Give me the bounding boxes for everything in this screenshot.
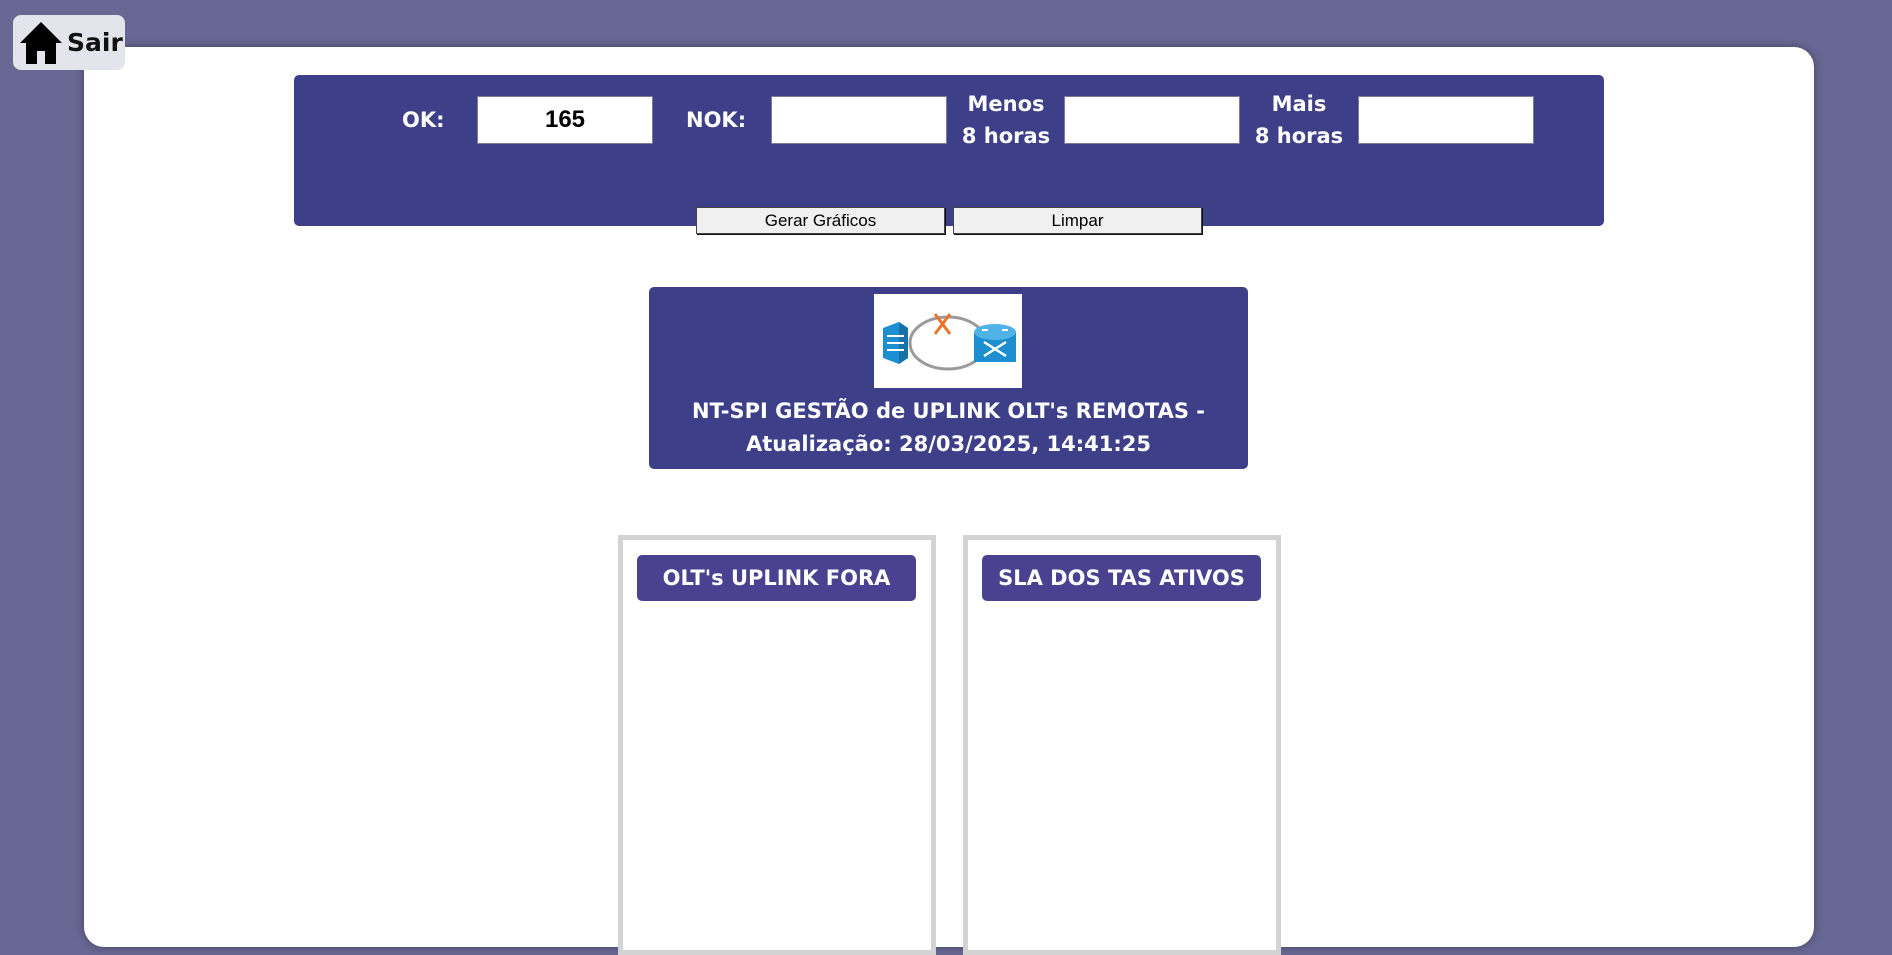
olt-uplink-logo [874, 294, 1022, 388]
exit-label: Sair [67, 28, 123, 57]
panel-olt-uplink-fora: OLT's UPLINK FORA [618, 535, 936, 955]
generate-charts-button[interactable]: Gerar Gráficos [696, 207, 945, 234]
panel-title-sla-tas-ativos: SLA DOS TAS ATIVOS [982, 555, 1261, 601]
page-title-line1: NT-SPI GESTÃO de UPLINK OLT's REMOTAS - [691, 399, 1206, 423]
mais-8h-field[interactable] [1358, 96, 1534, 144]
ok-label: OK: [402, 108, 445, 132]
home-icon [20, 21, 62, 64]
exit-button[interactable]: Sair [13, 15, 125, 70]
filter-bar: OK: 165 NOK: Menos 8 horas Mais 8 horas … [294, 75, 1604, 234]
mais-label: Mais 8 horas [1249, 88, 1349, 152]
menos-8h-field[interactable] [1064, 96, 1240, 144]
main-card: OK: 165 NOK: Menos 8 horas Mais 8 horas … [84, 47, 1814, 955]
menos-label-line2: 8 horas [961, 124, 1051, 148]
ok-field[interactable]: 165 [477, 96, 653, 144]
header-banner: NT-SPI GESTÃO de UPLINK OLT's REMOTAS - … [649, 287, 1248, 469]
page-title: NT-SPI GESTÃO de UPLINK OLT's REMOTAS - … [649, 395, 1248, 461]
mais-label-line1: Mais [1271, 92, 1327, 116]
page-title-line2: Atualização: 28/03/2025, 14:41:25 [746, 432, 1151, 456]
panel-title-olt-uplink-fora: OLT's UPLINK FORA [637, 555, 916, 601]
nok-label: NOK: [686, 108, 747, 132]
nok-field[interactable] [771, 96, 947, 144]
mais-label-line2: 8 horas [1254, 124, 1344, 148]
menos-label-line1: Menos [967, 92, 1045, 116]
clear-button[interactable]: Limpar [953, 207, 1202, 234]
panel-sla-tas-ativos: SLA DOS TAS ATIVOS [963, 535, 1281, 955]
menos-label: Menos 8 horas [956, 88, 1056, 152]
